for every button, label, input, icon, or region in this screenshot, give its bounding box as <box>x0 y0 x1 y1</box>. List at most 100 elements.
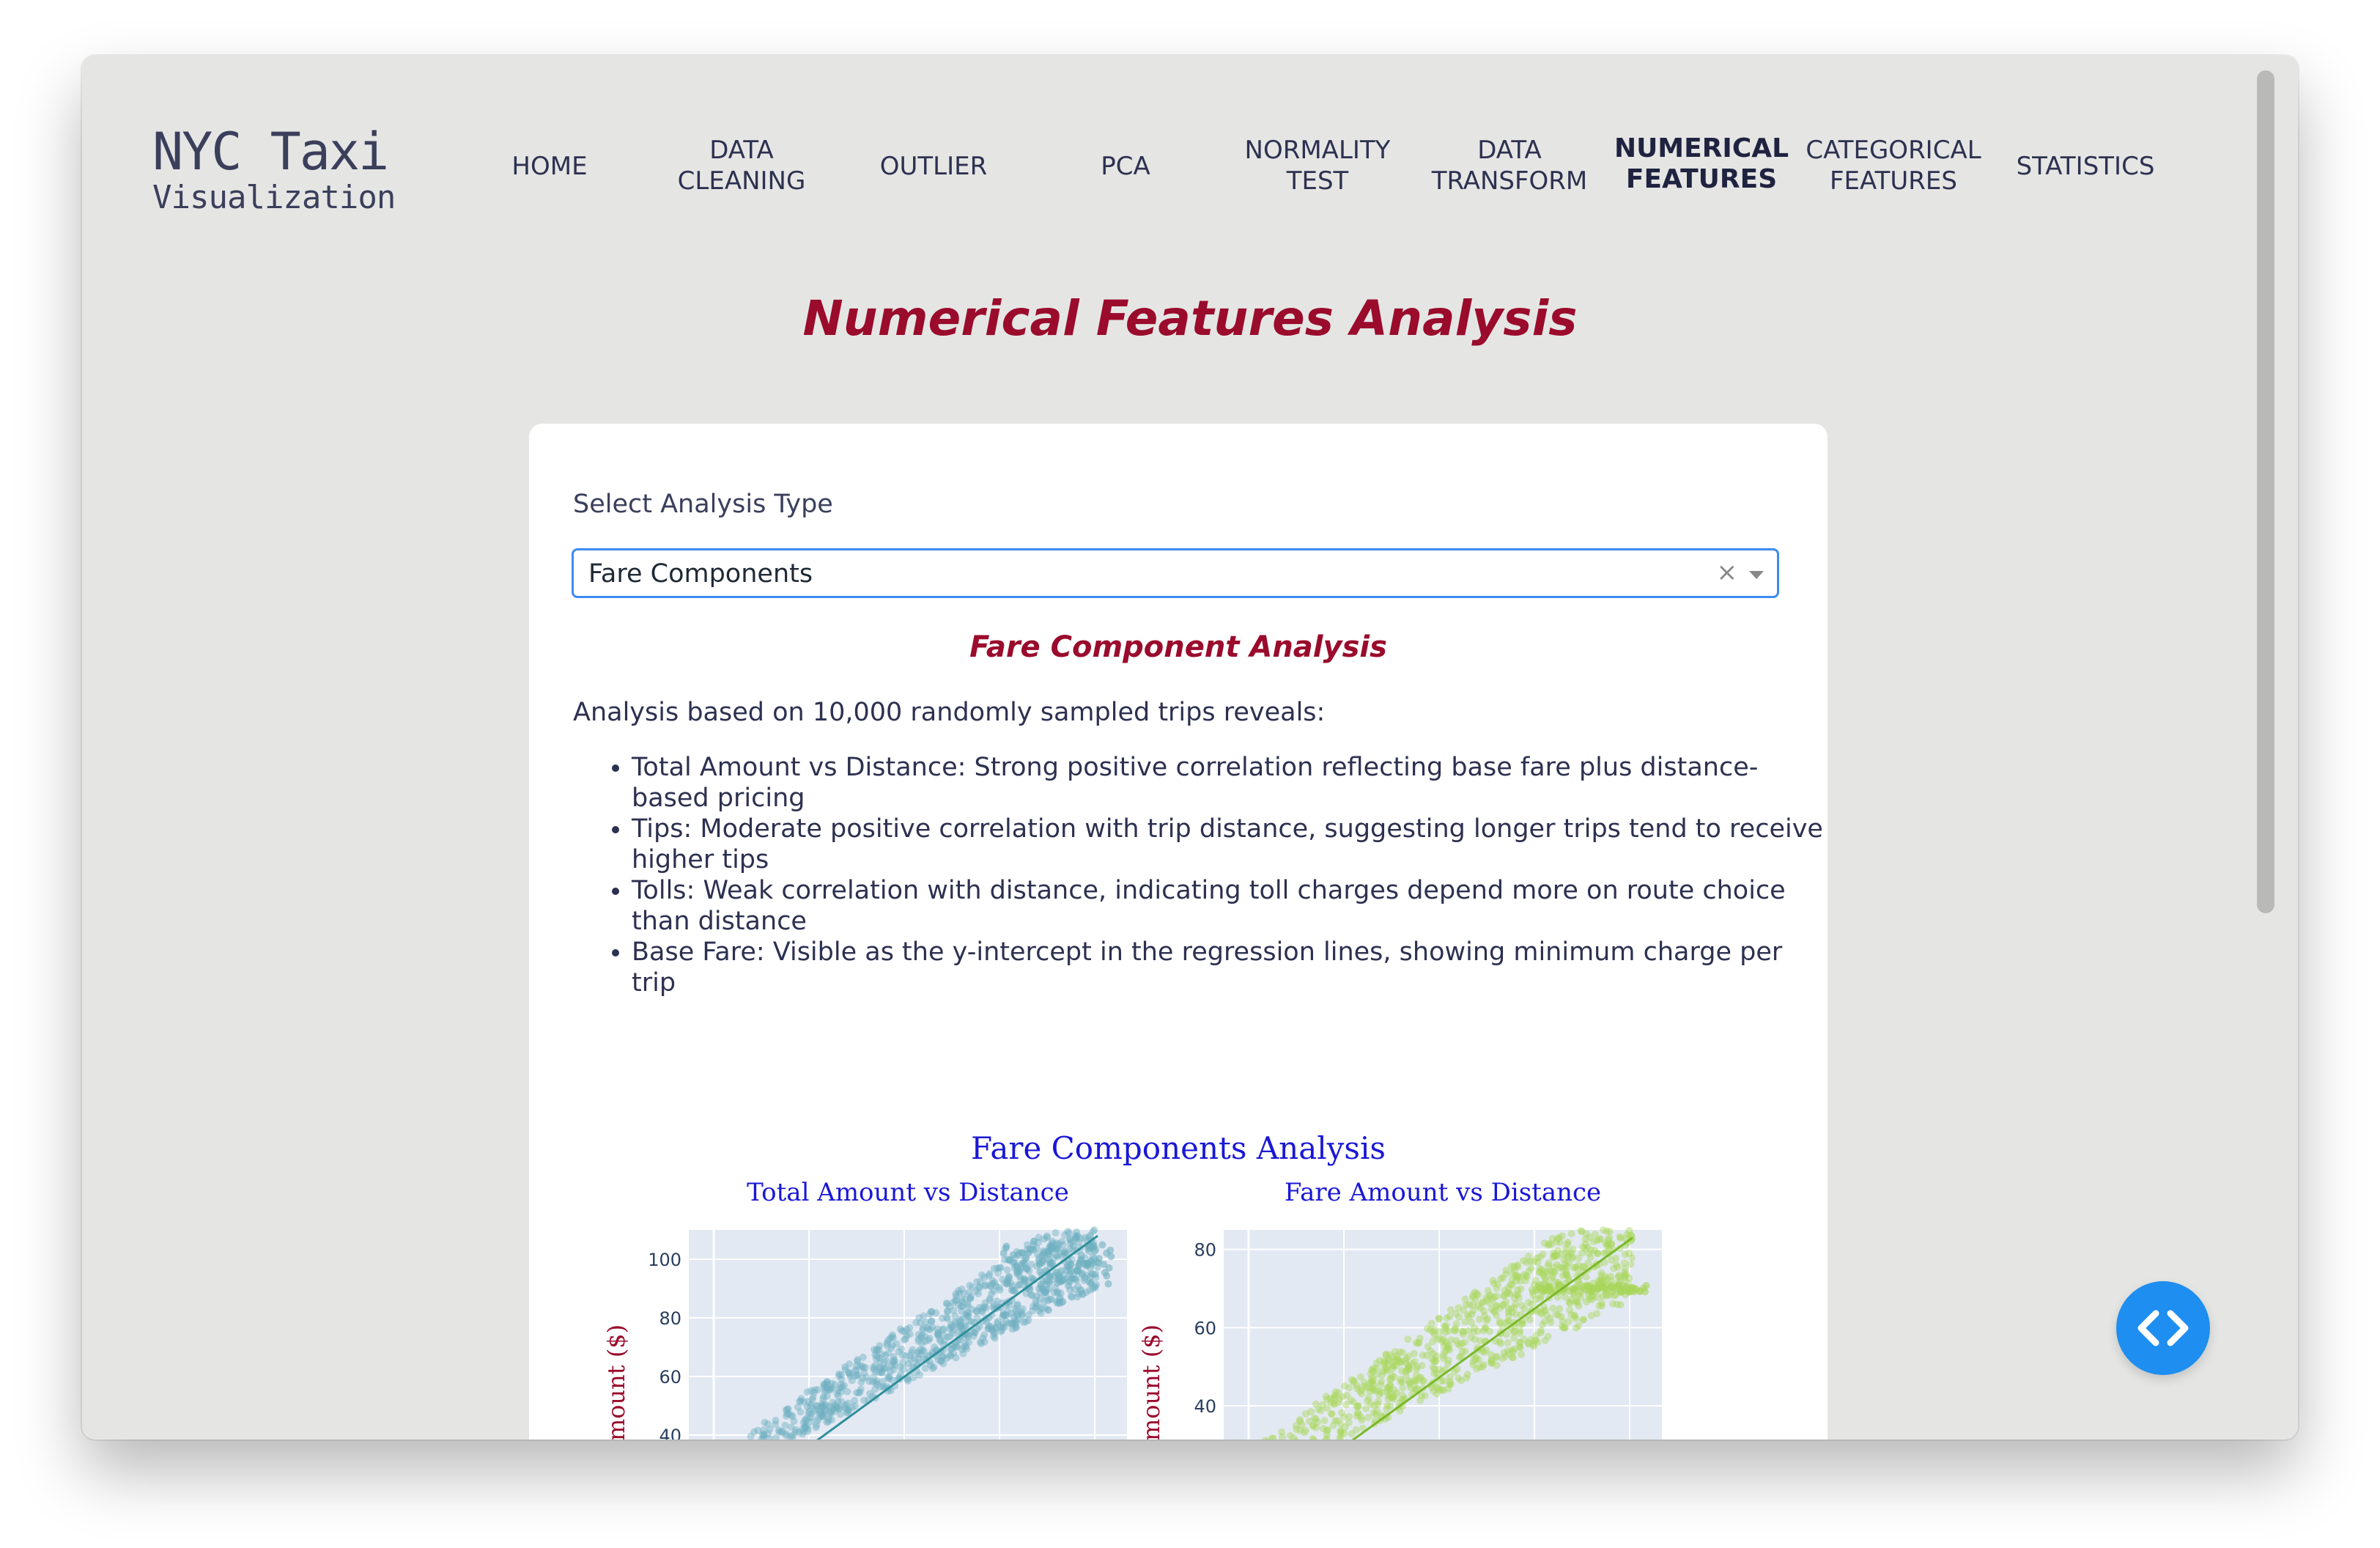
scatter-point <box>1068 1293 1076 1301</box>
scatter-point <box>936 1337 945 1345</box>
scatter-point <box>1541 1274 1549 1282</box>
site-logo[interactable]: NYC Taxi Visualization <box>152 123 396 215</box>
scatter-point <box>1476 1337 1484 1345</box>
scatter-point <box>1077 1256 1085 1264</box>
page-title: Numerical Features Analysis <box>802 290 1578 347</box>
scatter-point <box>1628 1284 1636 1292</box>
scatter-point <box>952 1292 960 1300</box>
scatter-point <box>916 1371 924 1379</box>
y-tick-label: 40 <box>659 1426 681 1440</box>
scatter-point <box>1601 1286 1609 1294</box>
scatter-point <box>1328 1409 1336 1418</box>
scatter-point <box>1433 1390 1441 1398</box>
scatter-point <box>920 1347 928 1355</box>
scatter-point <box>1370 1409 1378 1417</box>
scatter-point <box>896 1325 904 1333</box>
scatter-point <box>1094 1258 1102 1267</box>
scatter-point <box>1024 1311 1032 1319</box>
y-axis-label: Amount ($) <box>602 1324 630 1440</box>
scatter-point <box>1573 1299 1581 1307</box>
scatter-point <box>1087 1279 1095 1287</box>
scatter-point <box>1411 1357 1419 1365</box>
scatter-point <box>1594 1293 1602 1301</box>
nav-outlier[interactable]: OUTLIER <box>838 151 1029 182</box>
scatter-point <box>1060 1249 1068 1257</box>
scatter-point <box>873 1346 881 1354</box>
scatter-point <box>1452 1320 1460 1328</box>
list-item: Base Fare: Visible as the y-intercept in… <box>632 937 1833 998</box>
scatter-point <box>820 1381 828 1389</box>
scatter-point <box>1592 1283 1600 1291</box>
chevron-down-icon[interactable] <box>1749 571 1764 579</box>
scatter-point <box>1018 1312 1026 1320</box>
scatter-point <box>986 1281 994 1289</box>
scatter-point <box>772 1420 780 1429</box>
scatter-point <box>1570 1311 1578 1319</box>
list-item: Tips: Moderate positive correlation with… <box>632 814 1833 875</box>
scatter-point <box>1286 1431 1294 1440</box>
scatter-point <box>1604 1240 1612 1248</box>
scatter-point <box>1516 1330 1524 1338</box>
scatter-point <box>1081 1274 1089 1282</box>
scatter-point <box>1065 1229 1073 1237</box>
scatter-point <box>1562 1245 1570 1253</box>
nav-normality-test[interactable]: NORMALITY TEST <box>1222 135 1413 196</box>
scatter-point <box>1054 1279 1062 1287</box>
scatter-point <box>873 1377 881 1385</box>
scatter-point <box>1539 1320 1547 1328</box>
scatter-point <box>899 1365 907 1373</box>
scatter-point <box>1012 1321 1020 1329</box>
scatter-point <box>1027 1245 1035 1253</box>
nav-statistics[interactable]: STATISTICS <box>1990 151 2181 182</box>
scatter-point <box>921 1364 929 1372</box>
scatter-point <box>1385 1392 1393 1400</box>
scatter-point <box>1568 1254 1576 1262</box>
scatter-point <box>1009 1251 1017 1259</box>
scatter-point <box>1461 1347 1469 1355</box>
nav-home[interactable]: HOME <box>454 151 645 182</box>
nav-numerical-features[interactable]: NUMERICAL FEATURES <box>1606 133 1797 195</box>
scatter-point <box>1444 1341 1452 1349</box>
scatter-point <box>1621 1250 1629 1258</box>
nav-data-cleaning[interactable]: DATA CLEANING <box>646 135 837 196</box>
scatter-point <box>1460 1338 1468 1346</box>
scatter-point <box>1398 1367 1406 1375</box>
nav-categorical-features[interactable]: CATEGORICAL FEATURES <box>1798 135 1989 196</box>
scatter-point <box>761 1418 769 1426</box>
scrollbar[interactable] <box>2257 70 2274 913</box>
scatter-point <box>1353 1403 1361 1411</box>
scatter-point <box>1446 1306 1455 1314</box>
nav-data-transform[interactable]: DATA TRANSFORM <box>1414 135 1605 196</box>
scatter-point <box>1516 1338 1524 1346</box>
scatter-point <box>1603 1227 1611 1235</box>
scatter-point <box>1613 1300 1621 1308</box>
clear-icon[interactable]: × <box>1717 558 1738 587</box>
scatter-point <box>1383 1384 1392 1392</box>
scatter-point <box>1046 1260 1054 1268</box>
scatter-point <box>1516 1277 1524 1285</box>
scatter-point <box>1537 1308 1545 1316</box>
scatter-point <box>853 1371 861 1379</box>
scatter-point <box>1463 1374 1471 1382</box>
scatter-point <box>1614 1263 1622 1271</box>
scatter-point <box>1012 1305 1020 1313</box>
scatter-point <box>1526 1316 1534 1324</box>
scatter-point <box>1625 1274 1633 1282</box>
scatter-point <box>1474 1291 1482 1299</box>
scatter-point <box>1476 1363 1484 1371</box>
scatter-point <box>1399 1349 1407 1357</box>
nav-pca[interactable]: PCA <box>1030 151 1221 182</box>
scatter-point <box>1307 1408 1315 1416</box>
scatter-point <box>1345 1384 1353 1392</box>
fare-components-chart[interactable]: Total Amount vs Distance 40 60 80 100 Amount … <box>529 1171 1828 1440</box>
scatter-point <box>920 1312 928 1320</box>
scatter-point <box>1362 1404 1370 1412</box>
scatter-point <box>1430 1326 1438 1334</box>
scatter-point <box>869 1363 877 1371</box>
code-toggle-button[interactable] <box>2116 1281 2210 1375</box>
scatter-point <box>836 1410 844 1418</box>
scatter-point <box>928 1364 936 1372</box>
analysis-type-select[interactable]: Fare Components × <box>572 548 1779 598</box>
scatter-point <box>951 1312 959 1320</box>
scatter-point <box>1482 1324 1490 1333</box>
